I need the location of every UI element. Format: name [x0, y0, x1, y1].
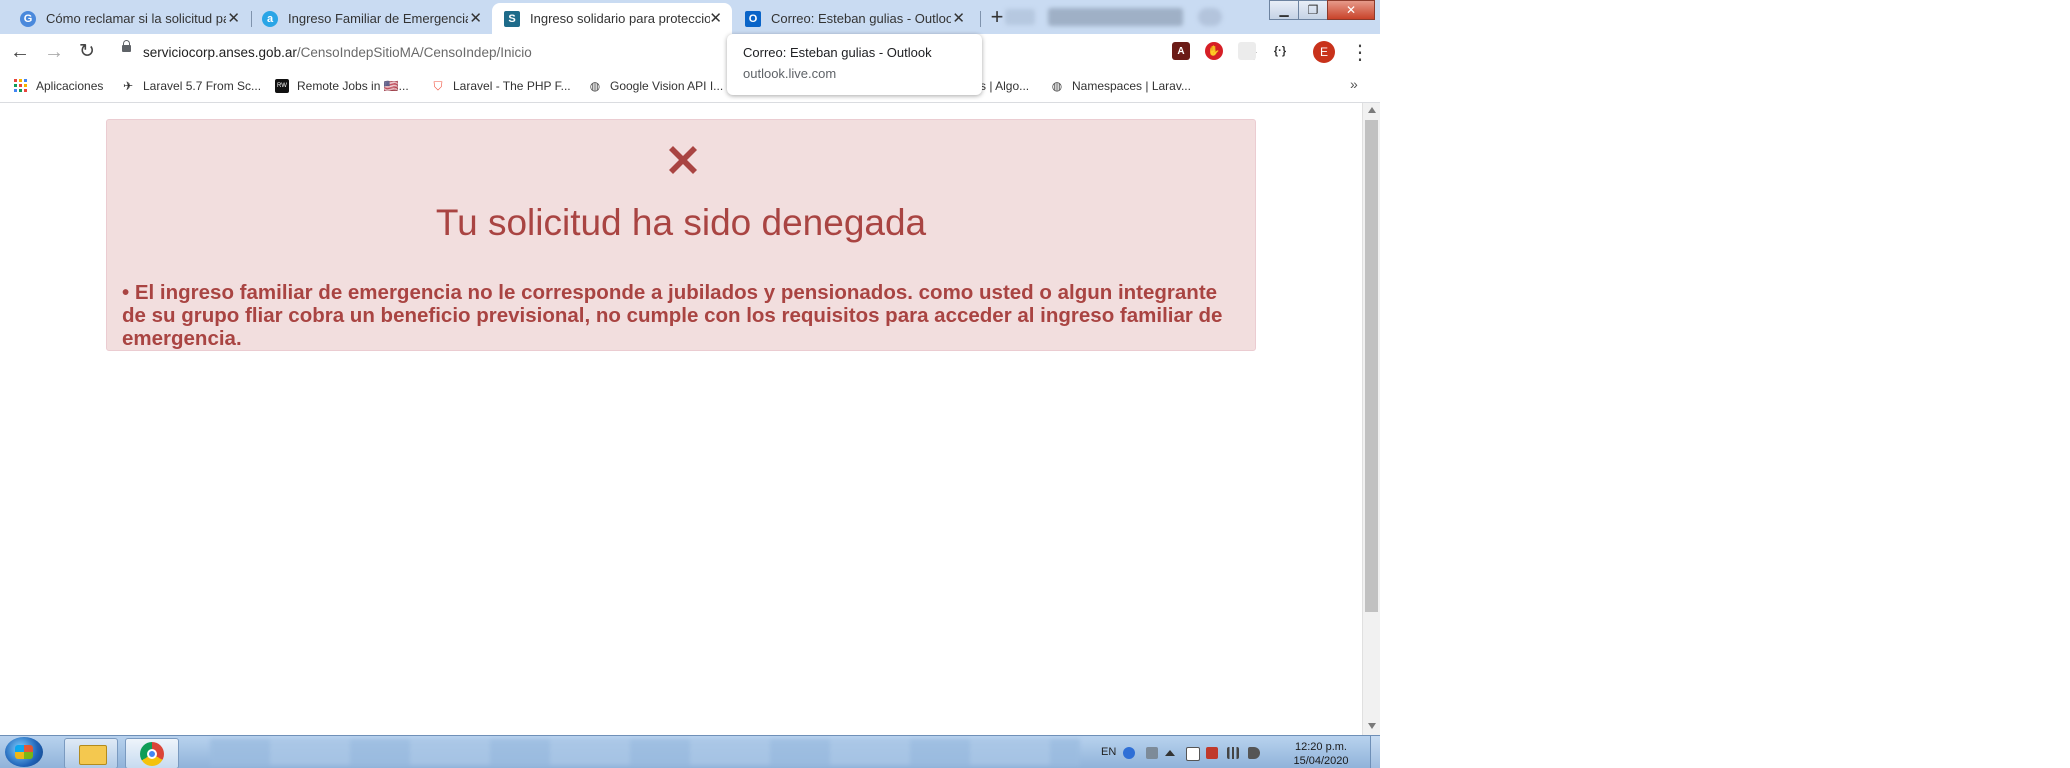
- apps-grid-icon: [14, 79, 28, 93]
- bookmarks-overflow-icon[interactable]: »: [1350, 76, 1358, 92]
- scroll-down-icon[interactable]: [1368, 723, 1376, 729]
- folder-icon: [79, 745, 107, 765]
- globe-icon: ◍: [1051, 79, 1063, 93]
- tab-hover-tooltip: Correo: Esteban gulias - Outlook outlook…: [727, 34, 982, 95]
- forward-arrow-icon[interactable]: →: [42, 40, 66, 64]
- bookmark-label: Laravel 5.7 From Sc...: [143, 79, 262, 93]
- tab-close-icon[interactable]: ✕: [709, 9, 722, 27]
- bookmarks-bar: Aplicaciones ✈ Laravel 5.7 From Sc... RW…: [0, 70, 1380, 103]
- tab-title: Cómo reclamar si la solicitud para: [46, 11, 226, 26]
- close-window-icon[interactable]: ✕: [1327, 0, 1375, 20]
- x-icon: [669, 146, 697, 174]
- show-desktop-button[interactable]: [1370, 736, 1380, 768]
- url-domain: serviciocorp.anses.gob.ar: [143, 45, 297, 60]
- laravel-icon: ⛉: [433, 78, 443, 93]
- blurred-tab-icon: [1005, 9, 1035, 25]
- address-bar[interactable]: serviciocorp.anses.gob.ar/CensoIndepSiti…: [112, 40, 1258, 66]
- lock-icon: [122, 40, 131, 52]
- language-indicator[interactable]: EN: [1101, 746, 1116, 758]
- blank-extension-icon[interactable]: [1238, 42, 1256, 60]
- tab-close-icon[interactable]: ✕: [952, 9, 965, 27]
- alert-title: Tu solicitud ha sido denegada: [435, 202, 927, 243]
- start-button[interactable]: [5, 737, 43, 767]
- restore-icon[interactable]: ❐: [1298, 0, 1328, 20]
- profile-avatar[interactable]: E: [1313, 41, 1335, 63]
- tab-3[interactable]: O Correo: Esteban gulias - Outlook ✕: [735, 3, 975, 34]
- bookmark-label: s | Algo...: [980, 79, 1030, 93]
- tab-0[interactable]: G Cómo reclamar si la solicitud para ✕: [0, 3, 250, 34]
- taskbar-chrome[interactable]: [125, 738, 179, 768]
- blurred-taskbar-region: [210, 739, 1080, 765]
- tray-pen-icon[interactable]: [1146, 747, 1158, 759]
- system-clock[interactable]: 12:20 p.m. 15/04/2020: [1292, 740, 1350, 768]
- globe-icon: ◍: [589, 79, 601, 93]
- url-path: /CensoIndepSitioMA/CensoIndep/Inicio: [296, 45, 532, 60]
- bookmark-label: Namespaces | Larav...: [1072, 79, 1191, 93]
- window-controls: ▁ ❐ ✕: [1269, 0, 1375, 20]
- volume-icon[interactable]: [1248, 747, 1260, 759]
- google-favicon-icon: G: [20, 10, 36, 27]
- page-scrollbar[interactable]: [1362, 103, 1380, 735]
- bookmark-laravel-scratch[interactable]: ✈ Laravel 5.7 From Sc...: [121, 76, 261, 96]
- pdf-extension-icon[interactable]: A: [1172, 42, 1190, 60]
- clock-time: 12:20 p.m.: [1295, 741, 1347, 753]
- tab-2[interactable]: S Ingreso solidario para proteccion ✕: [492, 3, 732, 34]
- taskbar-explorer[interactable]: [64, 738, 118, 768]
- tab-title: Correo: Esteban gulias - Outlook: [771, 11, 951, 26]
- bookmark-remote-jobs[interactable]: RW Remote Jobs in 🇺🇸...: [275, 76, 409, 96]
- adblock-extension-icon[interactable]: ✋: [1205, 42, 1223, 60]
- bookmark-google-vision[interactable]: ◍ Google Vision API I...: [588, 76, 723, 96]
- screen: G Cómo reclamar si la solicitud para ✕ a…: [0, 0, 1380, 768]
- anses-favicon-icon: a: [262, 10, 278, 27]
- clock-date: 15/04/2020: [1293, 755, 1349, 767]
- help-icon[interactable]: [1123, 747, 1135, 759]
- bookmark-label: Laravel - The PHP F...: [453, 79, 571, 93]
- alert-message: • El ingreso familiar de emergencia no l…: [122, 281, 1223, 350]
- network-signal-icon[interactable]: [1227, 747, 1239, 759]
- taskbar: EN 12:20 p.m. 15/04/2020: [0, 735, 1380, 768]
- bookmark-namespaces[interactable]: ◍ Namespaces | Larav...: [1050, 76, 1191, 96]
- tab-title: Ingreso Familiar de Emergencia |: [288, 11, 468, 26]
- blurred-tab-icon: [1198, 8, 1222, 26]
- tab-strip: G Cómo reclamar si la solicitud para ✕ a…: [0, 0, 1380, 34]
- denied-alert: Tu solicitud ha sido denegada • El ingre…: [106, 119, 1256, 351]
- bookmark-laravel-php[interactable]: ⛉ Laravel - The PHP F...: [431, 76, 571, 96]
- tab-close-icon[interactable]: ✕: [227, 9, 240, 27]
- scroll-up-icon[interactable]: [1368, 107, 1376, 113]
- bookmark-label: Remote Jobs in 🇺🇸...: [297, 79, 409, 93]
- chrome-icon: [140, 742, 164, 766]
- back-arrow-icon[interactable]: ←: [8, 40, 32, 64]
- flag-icon[interactable]: [1186, 747, 1200, 761]
- reload-icon[interactable]: ↻: [75, 40, 99, 64]
- bookmark-label: Google Vision API I...: [610, 79, 724, 93]
- menu-kebab-icon[interactable]: ⋮: [1350, 40, 1370, 65]
- url-text[interactable]: serviciocorp.anses.gob.ar/CensoIndepSiti…: [143, 45, 532, 60]
- bookmark-apps[interactable]: Aplicaciones: [14, 76, 103, 96]
- bookmark-algo[interactable]: s | Algo...: [980, 76, 1029, 96]
- page-content: Tu solicitud ha sido denegada • El ingre…: [0, 103, 1362, 735]
- bookmark-label: Aplicaciones: [36, 79, 104, 93]
- tab-close-icon[interactable]: ✕: [469, 9, 482, 27]
- outlook-favicon-icon: O: [745, 10, 761, 27]
- antivirus-icon[interactable]: [1206, 747, 1218, 759]
- tab-separator: [980, 11, 981, 27]
- tooltip-title: Correo: Esteban gulias - Outlook: [743, 45, 932, 60]
- blurred-tab[interactable]: [1048, 8, 1183, 26]
- tab-1[interactable]: a Ingreso Familiar de Emergencia | ✕: [252, 3, 492, 34]
- paper-plane-icon: ✈: [122, 79, 134, 93]
- show-hidden-icons-icon[interactable]: [1165, 750, 1175, 756]
- scroll-thumb[interactable]: [1365, 120, 1378, 612]
- rw-logo-icon: RW: [275, 79, 289, 93]
- tooltip-url: outlook.live.com: [743, 66, 837, 81]
- tab-title: Ingreso solidario para proteccion: [530, 11, 710, 26]
- site-favicon-icon: S: [504, 10, 520, 27]
- code-extension-icon[interactable]: {·}: [1269, 42, 1291, 60]
- minimize-icon[interactable]: ▁: [1269, 0, 1299, 20]
- blank-area: [1380, 0, 2070, 768]
